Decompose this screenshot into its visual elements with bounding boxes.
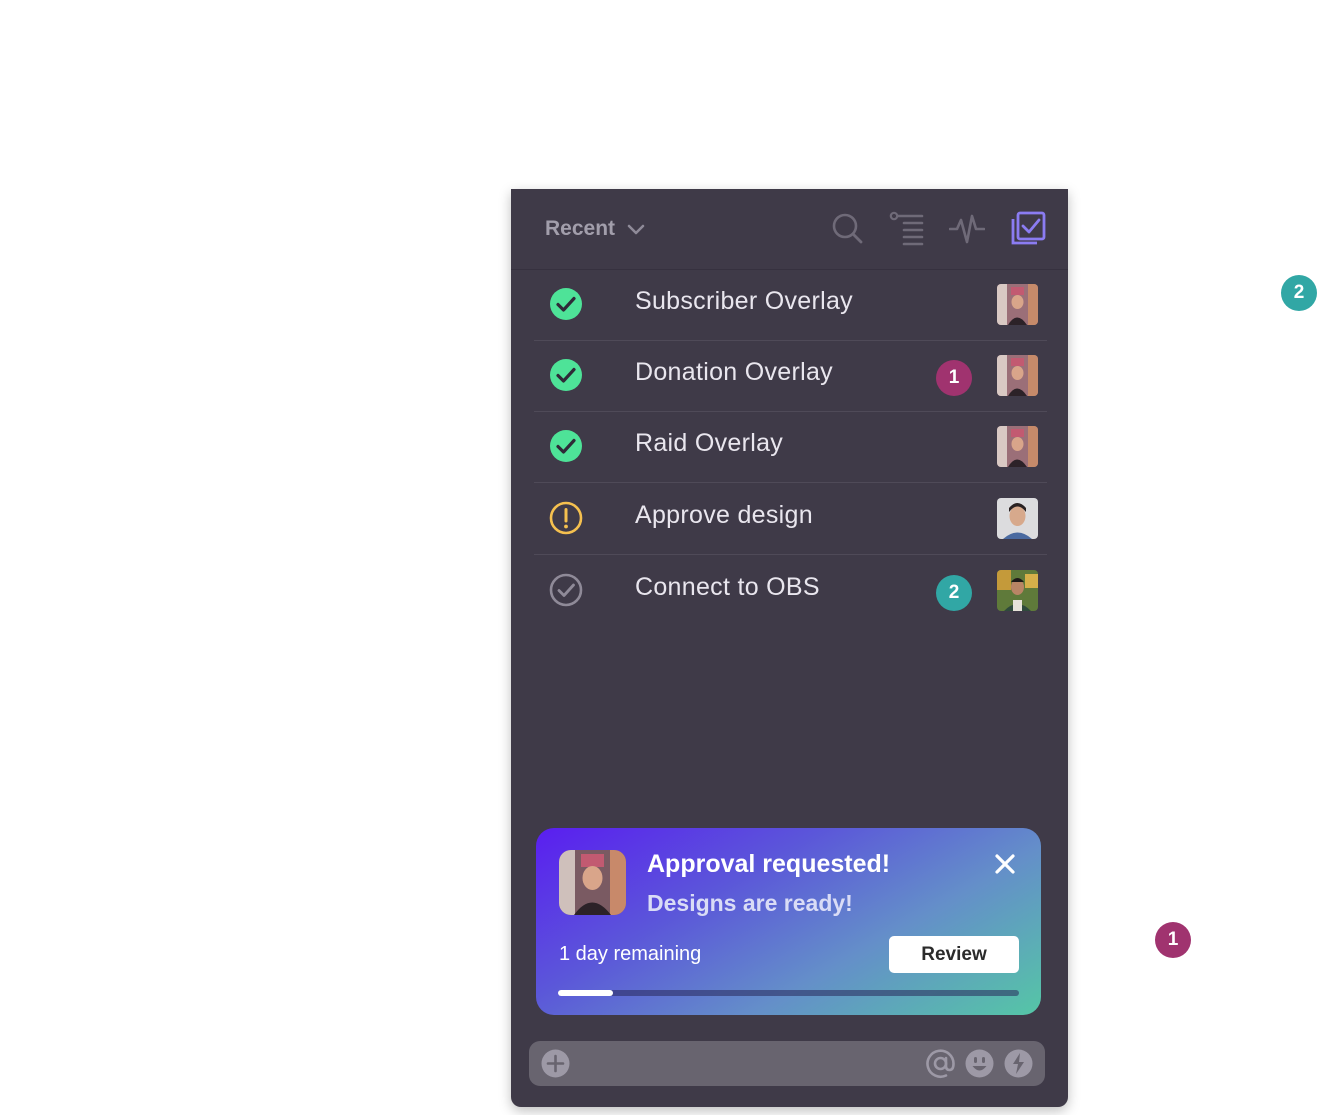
message-input[interactable] xyxy=(585,1047,919,1081)
progress-bar xyxy=(558,990,1019,996)
comment-count-badge: 2 xyxy=(936,575,972,611)
floating-badge-2: 2 xyxy=(1281,275,1317,311)
woman-avatar xyxy=(997,355,1038,396)
activity-icon[interactable] xyxy=(949,210,985,246)
warning-circle-icon[interactable] xyxy=(549,501,583,535)
requester-avatar xyxy=(559,850,626,915)
toast-title: Approval requested! xyxy=(647,850,891,878)
check-circle-icon[interactable] xyxy=(549,287,583,321)
task-label: Donation Overlay xyxy=(635,358,833,386)
check-circle-outline-icon[interactable] xyxy=(549,573,583,607)
recent-filter-label: Recent xyxy=(545,217,616,240)
comment-count-badge: 1 xyxy=(936,360,972,396)
attachment-icon[interactable] xyxy=(1003,1048,1034,1079)
task-row[interactable]: Raid Overlay xyxy=(534,411,1047,483)
mention-icon[interactable] xyxy=(925,1048,956,1079)
task-label: Raid Overlay xyxy=(635,429,784,457)
recent-filter-dropdown[interactable]: Recent xyxy=(545,215,647,243)
man-avatar xyxy=(997,498,1038,539)
task-row[interactable]: Donation Overlay 1 xyxy=(534,340,1047,412)
woman-avatar xyxy=(997,284,1038,325)
add-icon[interactable] xyxy=(540,1048,571,1079)
chevron-down-icon xyxy=(627,224,645,235)
emoji-icon[interactable] xyxy=(964,1048,995,1079)
close-icon[interactable] xyxy=(991,850,1019,878)
man-outdoor-avatar xyxy=(997,570,1038,611)
floating-badge-1: 1 xyxy=(1155,922,1191,958)
task-label: Subscriber Overlay xyxy=(635,287,853,315)
panel-header: Recent xyxy=(511,189,1068,270)
task-row[interactable]: Approve design xyxy=(534,483,1047,555)
toast-subtitle: Designs are ready! xyxy=(647,890,853,916)
message-composer xyxy=(529,1041,1045,1086)
approval-toast: Approval requested! Designs are ready! 1… xyxy=(536,828,1041,1015)
task-row[interactable]: Subscriber Overlay xyxy=(534,269,1047,341)
task-label: Connect to OBS xyxy=(635,573,820,601)
review-button[interactable]: Review xyxy=(889,936,1019,973)
time-remaining: 1 day remaining xyxy=(559,943,702,965)
checklist-icon[interactable] xyxy=(1010,210,1046,246)
check-circle-icon[interactable] xyxy=(549,429,583,463)
check-circle-icon[interactable] xyxy=(549,358,583,392)
task-panel: Recent Subscriber Overlay Donation Overl… xyxy=(511,189,1068,1107)
search-icon[interactable] xyxy=(829,210,865,246)
progress-fill xyxy=(558,990,614,996)
woman-avatar xyxy=(997,426,1038,467)
task-label: Approve design xyxy=(635,501,813,529)
tree-list-icon[interactable] xyxy=(889,210,925,246)
task-row[interactable]: Connect to OBS 2 xyxy=(534,555,1047,626)
